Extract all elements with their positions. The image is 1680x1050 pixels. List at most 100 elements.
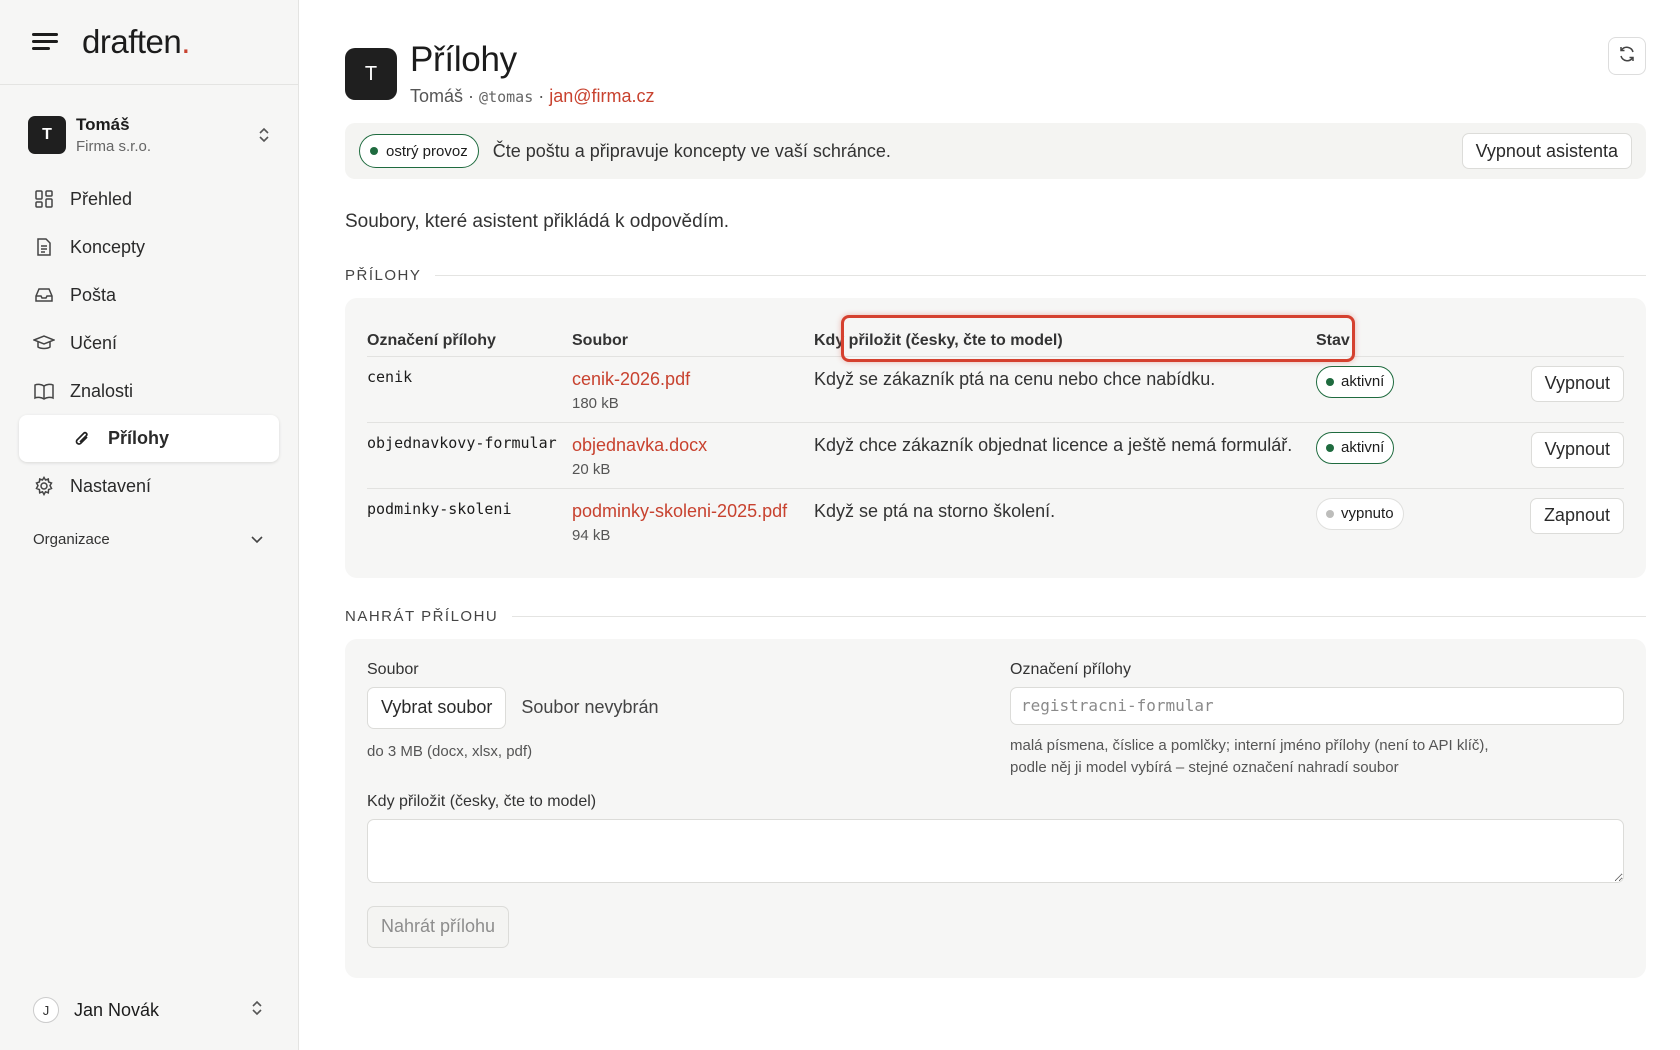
table-row: podminky-skoleni podminky-skoleni-2025.p… — [367, 488, 1624, 554]
account-email[interactable]: jan@firma.cz — [549, 86, 654, 106]
attachment-file-link[interactable]: objednavka.docx — [572, 435, 814, 456]
no-file-text: Soubor nevybrán — [521, 697, 659, 717]
sidebar-item-uceni[interactable]: Učení — [19, 319, 279, 367]
file-label: Soubor — [367, 660, 419, 678]
when-textarea[interactable] — [367, 818, 1624, 883]
sidebar-section-organizace[interactable]: Organizace — [19, 522, 279, 556]
graduation-cap-icon — [33, 332, 55, 354]
sidebar-item-nastaveni[interactable]: Nastavení — [19, 462, 279, 510]
paperclip-icon — [71, 428, 93, 450]
sidebar-item-posta[interactable]: Pošta — [19, 271, 279, 319]
workspace-name: Tomáš — [76, 115, 130, 134]
upload-submit-button[interactable]: Nahrát přílohu — [367, 905, 510, 948]
workspace-org: Firma s.r.o. — [76, 138, 152, 155]
account-name: Tomáš — [410, 86, 464, 106]
grid-icon — [33, 188, 55, 210]
sidebar-item-znalosti[interactable]: Znalosti — [19, 367, 279, 415]
attachment-file-cell: cenik-2026.pdf 180 kB — [572, 356, 814, 423]
sidebar-item-koncepty[interactable]: Koncepty — [19, 223, 279, 271]
page-title: Přílohy — [410, 40, 517, 79]
upload-card: Soubor Vybrat soubor Soubor nevybrán do … — [345, 638, 1646, 978]
name-hint: malá písmena, číslice a pomlčky; interní… — [1010, 736, 1489, 776]
choose-file-button[interactable]: Vybrat soubor — [367, 686, 507, 729]
attachment-status-cell: aktivní — [1316, 356, 1432, 423]
upload-file-column: Soubor Vybrat soubor Soubor nevybrán do … — [367, 661, 1010, 779]
account-handle: @tomas — [479, 88, 534, 106]
table-row: cenik cenik-2026.pdf 180 kB Když se záka… — [367, 356, 1624, 423]
workspace-switcher[interactable]: T Tomáš Firma s.r.o. — [28, 113, 272, 157]
attachment-name-input[interactable] — [1010, 686, 1624, 725]
sidebar-item-label: Znalosti — [70, 380, 134, 401]
chevron-updown-icon — [250, 999, 264, 1022]
attachment-file-link[interactable]: cenik-2026.pdf — [572, 369, 814, 390]
column-header-actions — [1432, 316, 1624, 357]
sidebar-item-label: Nastavení — [70, 475, 152, 496]
status-badge: vypnuto — [1316, 497, 1404, 530]
page-header: T Přílohy Tomáš · @tomas · jan@firma.cz — [345, 40, 1646, 107]
attachment-action-cell: Vypnout — [1432, 356, 1624, 423]
attachment-when: Když chce zákazník objednat licence a je… — [814, 422, 1316, 489]
main-content: T Přílohy Tomáš · @tomas · jan@firma.cz … — [299, 0, 1680, 1050]
status-badge: ostrý provoz — [359, 134, 479, 168]
upload-name-column: Označení přílohy malá písmena, číslice a… — [1010, 661, 1624, 779]
attachment-label: podminky-skoleni — [367, 499, 512, 518]
column-header-file[interactable]: Soubor — [572, 316, 814, 357]
status-badge: aktivní — [1316, 365, 1395, 398]
name-label: Označení přílohy — [1010, 660, 1131, 678]
column-header-when[interactable]: Kdy přiložit (česky, čte to model) — [814, 316, 1316, 357]
file-hint: do 3 MB (docx, xlsx, pdf) — [367, 742, 533, 760]
attachments-table: Označení přílohy Soubor Kdy přiložit (če… — [367, 316, 1624, 554]
table-header-row: Označení přílohy Soubor Kdy přiložit (če… — [367, 316, 1624, 357]
disable-attachment-button[interactable]: Vypnout — [1530, 431, 1624, 468]
banner-text: Čte poštu a připravuje koncepty ve vaší … — [492, 140, 891, 161]
section-heading-attachments: PŘÍLOHY — [345, 267, 1646, 284]
chevron-updown-icon — [256, 126, 272, 144]
disable-attachment-button[interactable]: Vypnout — [1530, 365, 1624, 402]
gear-icon — [33, 475, 55, 497]
attachment-file-link[interactable]: podminky-skoleni-2025.pdf — [572, 501, 814, 522]
section-heading-upload: NAHRÁT PŘÍLOHU — [345, 608, 1646, 625]
sidebar-item-prilohy[interactable]: Přílohy — [19, 415, 279, 462]
assistant-status-banner: ostrý provoz Čte poštu a připravuje konc… — [345, 123, 1646, 179]
sidebar-item-label: Koncepty — [70, 236, 146, 257]
attachment-file-size: 20 kB — [572, 460, 611, 478]
attachment-status-cell: aktivní — [1316, 422, 1432, 489]
logo[interactable]: draften. — [82, 23, 190, 61]
sidebar-item-prehled[interactable]: Přehled — [19, 175, 279, 223]
user-menu[interactable]: J Jan Novák — [33, 992, 264, 1028]
menu-icon[interactable] — [32, 31, 60, 53]
column-header-label[interactable]: Označení přílohy — [367, 316, 572, 357]
avatar: J — [33, 997, 59, 1023]
book-icon — [33, 380, 55, 402]
attachment-file-cell: podminky-skoleni-2025.pdf 94 kB — [572, 488, 814, 554]
account-info: Tomáš · @tomas · jan@firma.cz — [410, 86, 655, 106]
column-header-status[interactable]: Stav — [1316, 316, 1432, 357]
workspace-avatar: T — [28, 116, 66, 154]
sidebar-item-label: Přílohy — [108, 428, 170, 448]
sidebar-item-label: Přehled — [70, 188, 133, 209]
sidebar-nav: Přehled Koncepty Pošta Učení Znalosti Př… — [0, 175, 298, 556]
disable-assistant-button[interactable]: Vypnout asistenta — [1461, 133, 1632, 169]
inbox-icon — [33, 284, 55, 306]
refresh-button[interactable] — [1608, 37, 1646, 75]
enable-attachment-button[interactable]: Zapnout — [1529, 497, 1624, 534]
attachment-file-size: 94 kB — [572, 526, 611, 544]
avatar: T — [345, 48, 397, 100]
section-label: Organizace — [33, 530, 110, 548]
chevron-down-icon — [251, 531, 263, 548]
status-badge: aktivní — [1316, 431, 1395, 464]
attachment-action-cell: Zapnout — [1432, 488, 1624, 554]
attachment-action-cell: Vypnout — [1432, 422, 1624, 489]
sidebar: draften. T Tomáš Firma s.r.o. Přehled Ko… — [0, 0, 299, 1050]
table-row: objednavkovy-formular objednavka.docx 20… — [367, 422, 1624, 489]
document-icon — [33, 236, 55, 258]
attachment-label: cenik — [367, 356, 572, 423]
brand-bar: draften. — [0, 0, 298, 85]
attachment-when: Když se zákazník ptá na cenu nebo chce n… — [814, 356, 1316, 423]
attachment-label: objednavkovy-formular — [367, 422, 572, 489]
refresh-icon — [1618, 45, 1636, 68]
attachment-file-cell: objednavka.docx 20 kB — [572, 422, 814, 489]
sidebar-item-label: Učení — [70, 332, 118, 353]
attachment-when: Když se ptá na storno školení. — [814, 500, 1056, 521]
page-description: Soubory, které asistent přikládá k odpov… — [345, 211, 730, 232]
